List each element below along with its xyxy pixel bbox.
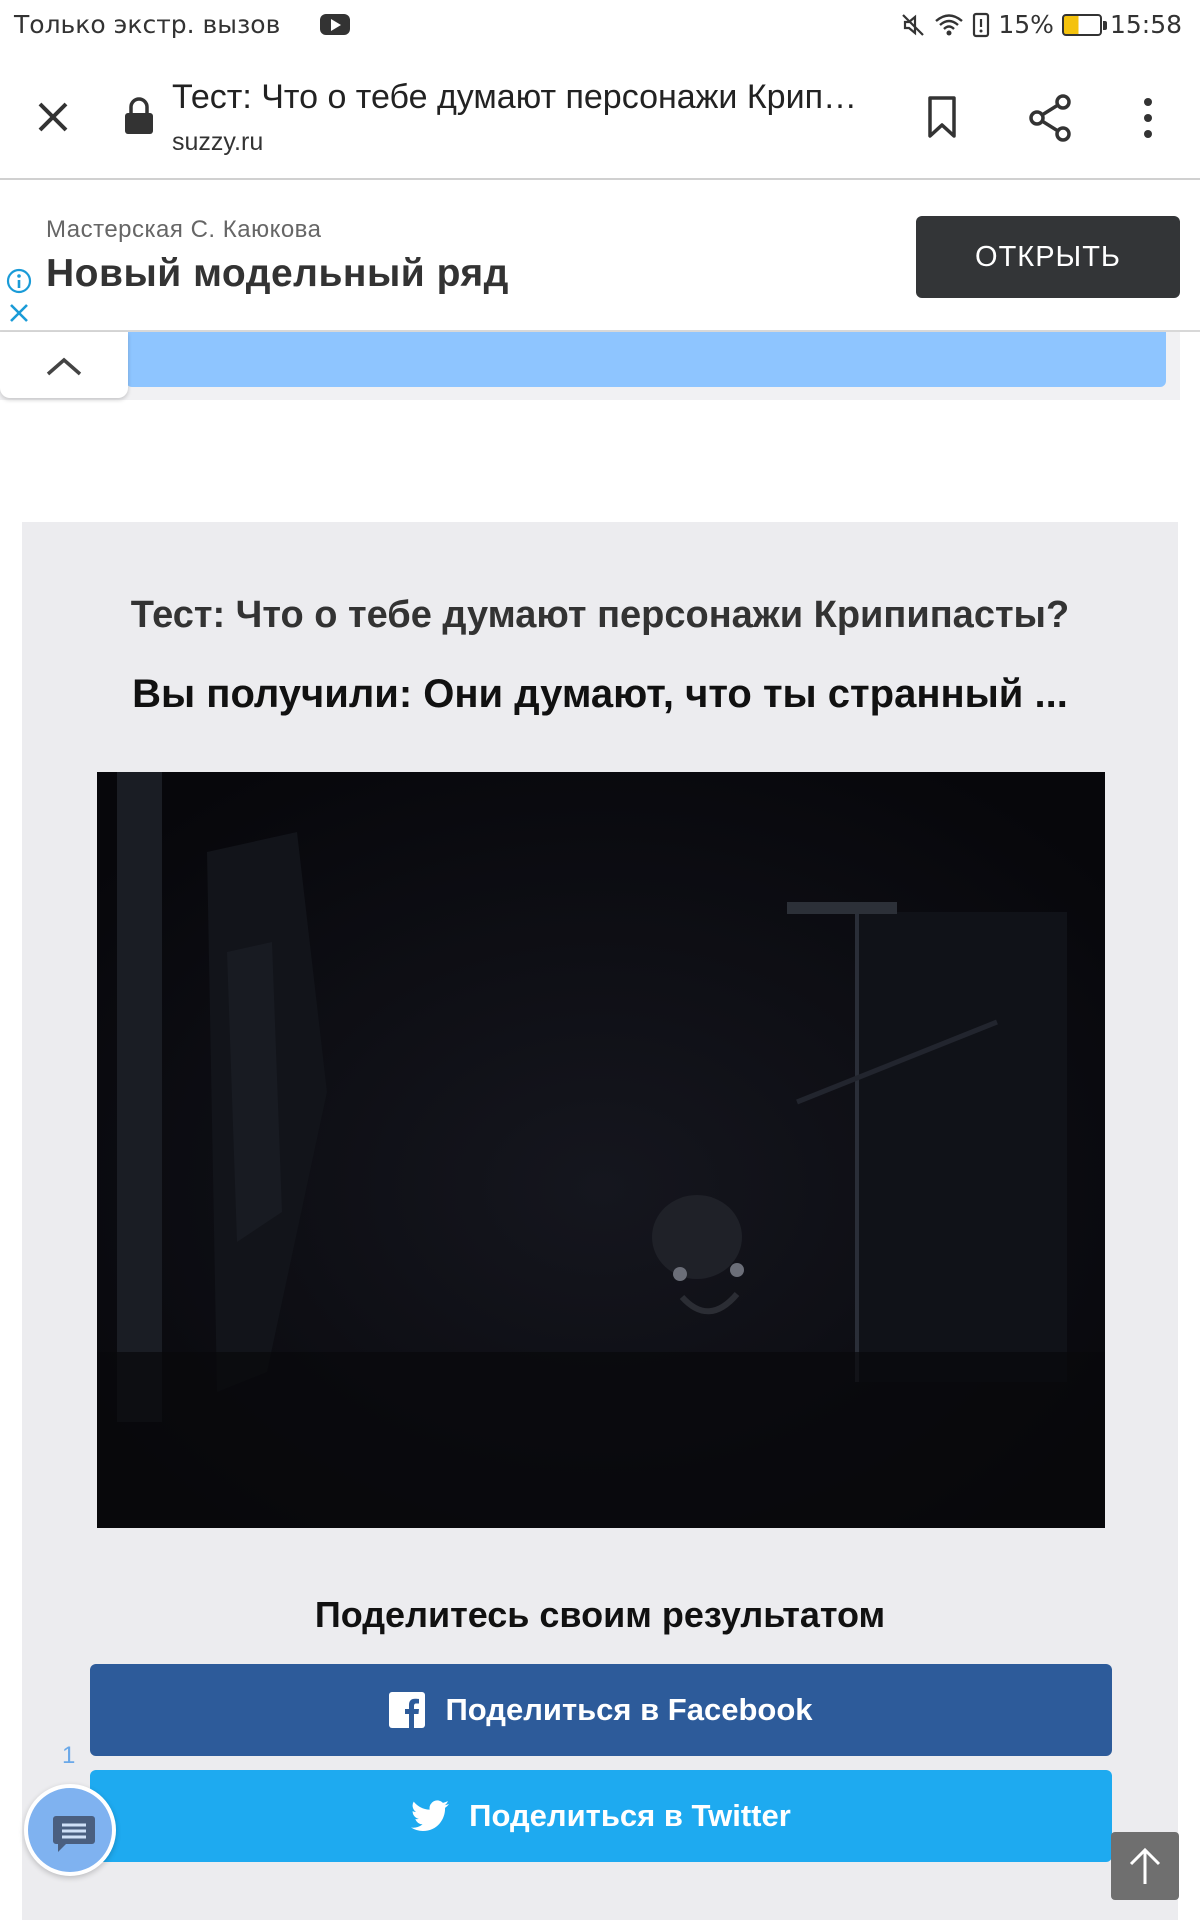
collapse-ad-tab[interactable] (0, 332, 128, 398)
status-left: Только экстр. вызов (14, 10, 351, 39)
bookmark-icon[interactable] (920, 92, 964, 142)
twitter-icon (411, 1800, 450, 1832)
ad-open-button[interactable]: ОТКРЫТЬ (916, 216, 1180, 298)
chat-button[interactable] (24, 1784, 116, 1876)
page-url: suzzy.ru (172, 128, 264, 156)
result-card: Тест: Что о тебе думают персонажи Крипип… (22, 522, 1178, 1920)
battery-percent: 15% (998, 10, 1054, 39)
ad-advertiser: Мастерская С. Каюкова (46, 216, 322, 243)
quiz-title: Тест: Что о тебе думают персонажи Крипип… (130, 594, 1070, 636)
wifi-icon (935, 13, 964, 35)
custom-tab-toolbar: Тест: Что о тебе думают персонажи Крипип… (0, 56, 1200, 180)
page-title: Тест: Что о тебе думают персонажи Крипип… (172, 78, 862, 116)
hidden-blue-button[interactable] (126, 332, 1166, 387)
dark-room-picture (97, 772, 1105, 1528)
share-twitter-button[interactable]: Поделиться в Twitter (90, 1770, 1112, 1862)
mute-icon (902, 13, 925, 36)
clock: 15:58 (1109, 10, 1182, 39)
carrier-text: Только экстр. вызов (14, 10, 281, 39)
close-icon[interactable] (28, 92, 78, 142)
share-facebook-button[interactable]: Поделиться в Facebook (90, 1664, 1112, 1756)
more-icon[interactable] (1130, 92, 1166, 144)
facebook-label: Поделиться в Facebook (445, 1692, 813, 1727)
facebook-icon (389, 1692, 426, 1728)
ad-headline: Новый модельный ряд (46, 252, 509, 295)
status-right: 15% 15:58 (900, 10, 1182, 39)
arrow-up-icon (1129, 1847, 1161, 1884)
ad-banner[interactable]: Мастерская С. Каюкова Новый модельный ря… (0, 182, 1200, 332)
scroll-to-top-button[interactable] (1111, 1832, 1179, 1900)
chat-badge-count: 1 (62, 1742, 76, 1769)
lock-icon (125, 97, 153, 134)
ad-close-icon[interactable] (8, 302, 30, 324)
quiz-result: Вы получили: Они думают, что ты странный… (132, 672, 1068, 716)
alarm-icon (973, 12, 990, 37)
youtube-icon (320, 14, 351, 35)
result-image (97, 772, 1105, 1528)
chat-icon (53, 1816, 95, 1852)
share-icon[interactable] (1025, 92, 1077, 144)
status-bar: Только экстр. вызов 15% 15:58 (0, 0, 1200, 56)
battery-icon (1061, 13, 1107, 36)
twitter-label: Поделиться в Twitter (469, 1798, 791, 1833)
share-heading: Поделитесь своим результатом (314, 1594, 886, 1635)
chevron-up-icon (46, 357, 82, 376)
ad-info-icon[interactable] (6, 268, 32, 294)
